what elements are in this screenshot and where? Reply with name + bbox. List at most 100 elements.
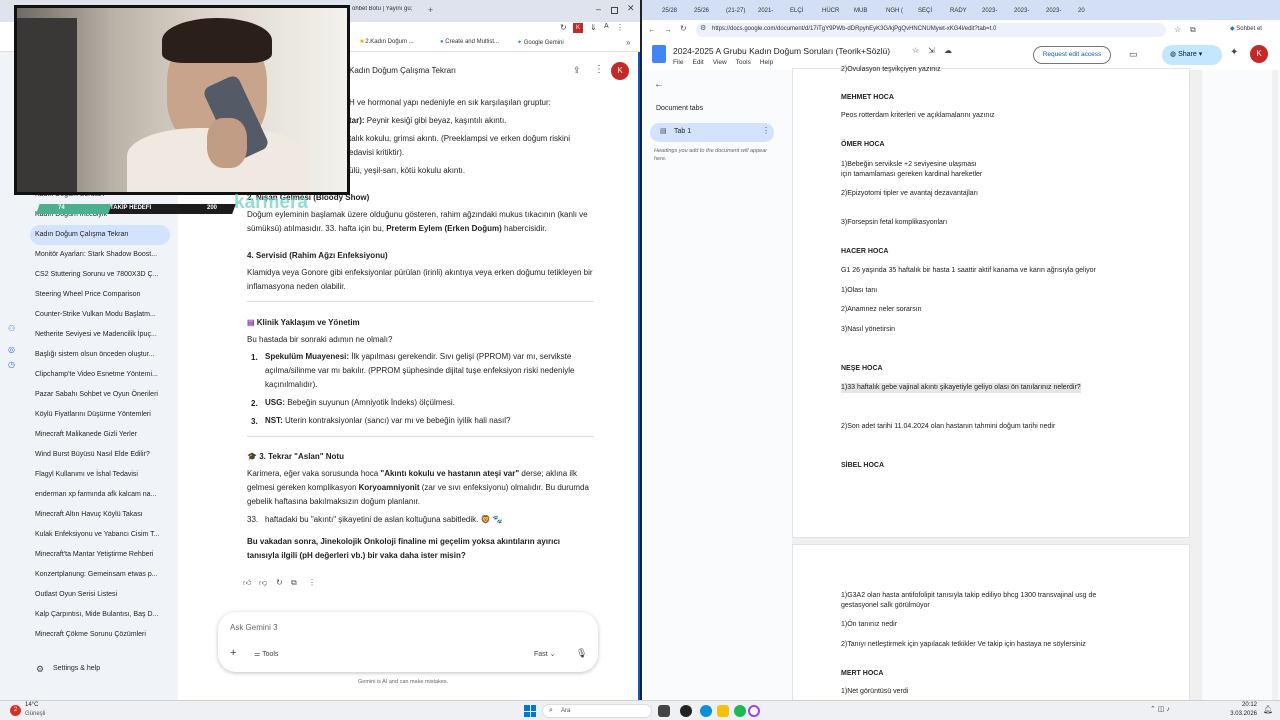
settings-help-link[interactable]: Settings & help	[53, 665, 100, 672]
menu-item[interactable]: File	[673, 59, 683, 66]
sidebar-chat-item[interactable]: CS2 Stuttering Sorunu ve 7800X3D Ç...	[30, 265, 170, 285]
edge-icon[interactable]	[700, 705, 712, 717]
share-button[interactable]: ◍ Share ▾	[1162, 45, 1222, 65]
chat-more-icon[interactable]: ⋮	[594, 64, 604, 75]
new-tab-icon[interactable]: +	[428, 5, 433, 15]
back-arrow-icon[interactable]: ←	[648, 25, 656, 34]
thumbs-up-icon[interactable]: 👍︎	[243, 578, 251, 588]
cloud-icon[interactable]: ☁	[944, 46, 952, 55]
gemini-spark-icon[interactable]: ✦	[1230, 47, 1238, 58]
weather-icon[interactable]: 2	[10, 705, 21, 716]
sidebar-chat-item[interactable]: Minecraft Altın Havuç Köylü Takası	[30, 505, 170, 525]
menu-item[interactable]: Edit	[692, 59, 703, 66]
browser-tab[interactable]: HÜCR	[822, 4, 852, 18]
user-avatar[interactable]: K	[1250, 45, 1268, 63]
reload-icon[interactable]: ↻	[680, 24, 687, 33]
browser-tab[interactable]: 25/28	[662, 4, 692, 18]
close-icon[interactable]: ✕	[627, 3, 635, 14]
browser-tab[interactable]: MUB	[854, 4, 884, 18]
menu-item[interactable]: View	[713, 59, 727, 66]
bookmark-star-icon[interactable]: ☆	[1174, 25, 1181, 34]
app-icon[interactable]	[680, 705, 692, 717]
sidebar-chat-item[interactable]: Minecraft'ta Mantar Yetiştirme Rehberi	[30, 545, 170, 565]
forward-arrow-icon[interactable]: →	[664, 25, 672, 34]
browser-tab[interactable]: 2023-	[982, 4, 1012, 18]
sidebar-chat-item[interactable]: Kulak Enfeksiyonu ve Yabancı Cisim T...	[30, 525, 170, 545]
minimize-icon[interactable]: –	[596, 4, 601, 14]
tab-1[interactable]: ▤ Tab 1 ⋮	[650, 123, 774, 142]
gem-icon[interactable]: ⚇	[8, 324, 15, 333]
move-icon[interactable]: ⇲	[928, 46, 935, 55]
regenerate-icon[interactable]: ↻	[276, 578, 283, 587]
sidebar-chat-item[interactable]: Konzertplanung: Gemeinsam etwas p...	[30, 565, 170, 585]
clock-time[interactable]: 20:12	[1225, 702, 1257, 708]
download-icon[interactable]: ⇓	[590, 23, 597, 32]
more-menu-icon[interactable]: ⋮	[616, 23, 624, 32]
copy-icon[interactable]: ⧉	[291, 578, 297, 588]
sidebar-chat-item[interactable]: Wind Burst Büyüsü Nasıl Elde Edilir?	[30, 445, 170, 465]
browser-tab[interactable]: RADY	[950, 4, 980, 18]
sidebar-chat-item[interactable]: Flagyl Kullanımı ve İshal Tedavisi	[30, 465, 170, 485]
file-explorer-icon[interactable]	[717, 705, 729, 717]
extension-k-icon[interactable]: K	[573, 23, 583, 33]
taskbar-search[interactable]: ⌕ Ara	[542, 704, 652, 718]
translate-icon[interactable]: A	[604, 23, 609, 30]
notification-bell-icon[interactable]: 🔔︎	[1263, 705, 1273, 714]
more-bookmarks-icon[interactable]: »	[626, 38, 630, 47]
extensions-icon[interactable]: ⧉	[1190, 25, 1196, 35]
share-icon[interactable]: ⇪	[573, 65, 581, 76]
sidebar-chat-item[interactable]: Netherite Seviyesi ve Madencilik İpuç...	[30, 325, 170, 345]
history-icon[interactable]: ◷	[8, 360, 15, 369]
browser-tab[interactable]: 20	[1078, 4, 1108, 18]
tray-icons[interactable]: ⌃ ◫ ♪	[1150, 705, 1170, 713]
browser-tab[interactable]: 25/26	[694, 4, 724, 18]
refresh-icon[interactable]: ↻	[560, 23, 567, 32]
profile-chip[interactable]: ◆ Sohbet et	[1230, 25, 1262, 32]
sidebar-chat-item[interactable]: Köylü Fiyatlarını Düşürme Yöntemleri	[30, 405, 170, 425]
browser-tab[interactable]: ELÇİ	[790, 4, 820, 18]
sidebar-chat-item[interactable]: Kalp Çarpıntısı, Mide Bulantısı, Baş D..…	[30, 605, 170, 625]
tools-button[interactable]: ⚌ Tools	[254, 650, 278, 658]
spotify-icon[interactable]	[734, 705, 746, 717]
sidebar-chat-item[interactable]: Counter-Strike Vulkan Modu Başlatm...	[30, 305, 170, 325]
sidebar-chat-item[interactable]: Monitör Ayarları: Stark Shadow Boost...	[30, 245, 170, 265]
app-icon[interactable]	[748, 705, 760, 717]
browser-tab[interactable]: NGH (	[886, 4, 916, 18]
star-icon[interactable]: ☆	[912, 46, 919, 55]
browser-tab[interactable]: 2023-	[1046, 4, 1076, 18]
clock-date[interactable]: 3.03.2026	[1215, 711, 1257, 717]
docs-logo-icon[interactable]	[652, 45, 666, 63]
thumbs-down-icon[interactable]: 👎︎	[259, 578, 267, 588]
browser-tab[interactable]: 2023-	[1014, 4, 1044, 18]
back-icon[interactable]: ←	[654, 79, 664, 90]
browser-tab[interactable]: 2021-	[758, 4, 788, 18]
sidebar-chat-item[interactable]: Steering Wheel Price Comparison	[30, 285, 170, 305]
avatar[interactable]: K	[611, 62, 629, 80]
browser-tab[interactable]: (21-27)	[726, 4, 756, 18]
browser-tab[interactable]: ohbet Botu | Yayını gü;	[352, 6, 427, 18]
task-view-icon[interactable]	[658, 705, 670, 717]
sidebar-chat-item[interactable]: Outlast Oyun Serisi Listesi	[30, 585, 170, 605]
tab-more-icon[interactable]: ⋮	[762, 126, 770, 135]
maximize-icon[interactable]	[611, 7, 618, 14]
explore-icon[interactable]: ◎	[8, 345, 15, 354]
bookmark-item[interactable]: ■ 2.Kadın Doğum ...	[360, 39, 414, 45]
bookmark-item[interactable]: ● Create and Multist...	[440, 39, 499, 45]
more-options-icon[interactable]: ⋮	[308, 578, 316, 587]
url-field[interactable]: ⚙ https://docs.google.com/document/d/17i…	[696, 23, 1166, 37]
video-call-icon[interactable]: ▭	[1129, 49, 1138, 60]
bookmark-item[interactable]: ✦ Google Gemini	[517, 39, 564, 46]
sidebar-chat-item[interactable]: Kadın Doğum Çalışma Tekrarı	[30, 225, 170, 245]
sidebar-chat-item[interactable]: Pazar Sabahı Sohbet ve Oyun Önerileri	[30, 385, 170, 405]
sidebar-chat-item[interactable]: enderman xp farmında afk kalcam na...	[30, 485, 170, 505]
mode-selector[interactable]: Fast ⌄	[534, 650, 555, 658]
settings-gear-icon[interactable]: ⚙	[36, 664, 44, 675]
microphone-icon[interactable]: 🎙︎	[576, 648, 587, 659]
sidebar-chat-item[interactable]: Minecraft Malikanede Gizli Yerler	[30, 425, 170, 445]
add-icon[interactable]: +	[230, 647, 236, 659]
prompt-input[interactable]: Ask Gemini 3	[230, 623, 278, 632]
sidebar-chat-item[interactable]: Minecraft Çökme Sorunu Çözümleri	[30, 625, 170, 645]
doc-title[interactable]: 2024-2025 A Grubu Kadın Doğum Soruları (…	[673, 46, 890, 56]
menu-item[interactable]: Help	[760, 59, 773, 66]
site-info-icon[interactable]: ⚙	[700, 24, 706, 32]
